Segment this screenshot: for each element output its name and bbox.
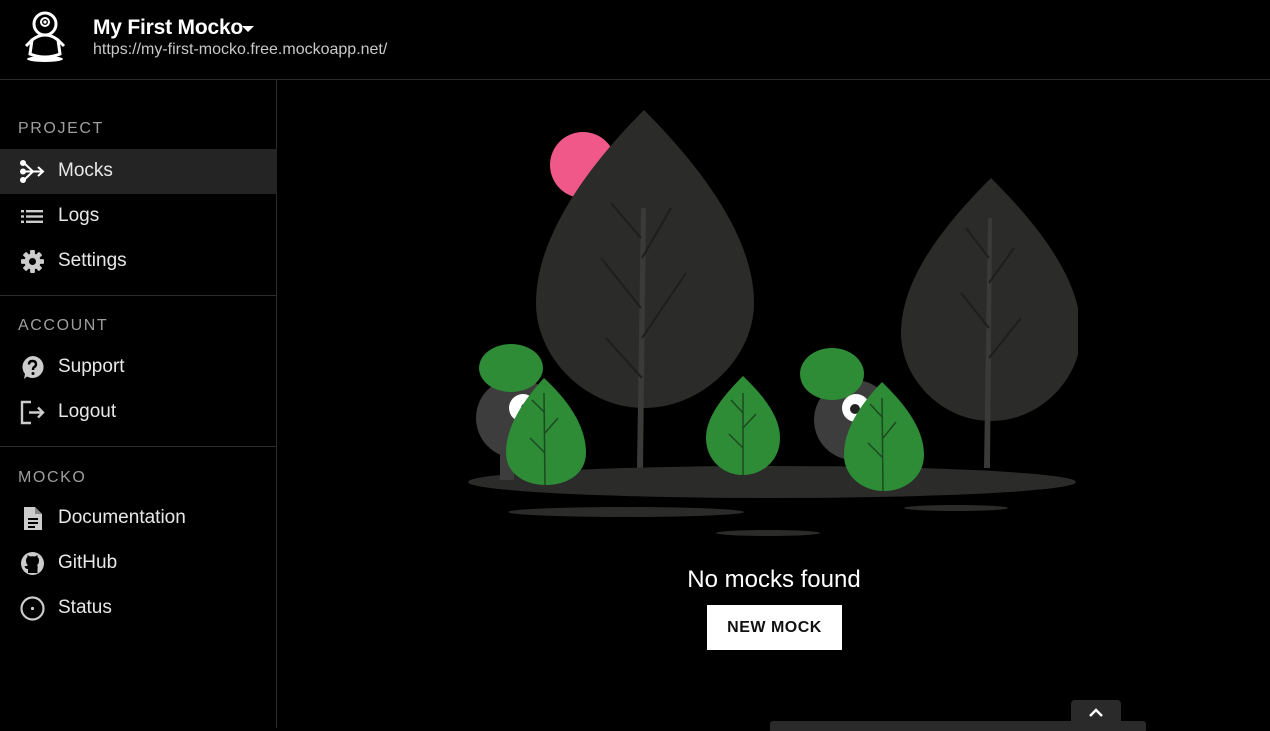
empty-state-illustration bbox=[468, 110, 1078, 536]
project-name[interactable]: My First Mocko bbox=[93, 16, 243, 40]
sidebar-divider bbox=[0, 295, 277, 296]
chevron-down-icon[interactable] bbox=[242, 26, 254, 32]
new-mock-button[interactable]: NEW MOCK bbox=[707, 605, 842, 650]
gear-icon bbox=[21, 250, 44, 273]
project-url: https://my-first-mocko.free.mockoapp.net… bbox=[93, 41, 388, 58]
sidebar-item-label: Documentation bbox=[58, 507, 186, 528]
section-title-account: ACCOUNT bbox=[18, 317, 109, 334]
empty-state-message: No mocks found bbox=[687, 566, 861, 593]
github-icon bbox=[21, 552, 44, 575]
sidebar-item-label: Settings bbox=[58, 250, 127, 271]
sidebar-item-label: Support bbox=[58, 356, 125, 377]
sidebar-item-mocks[interactable]: Mocks bbox=[0, 149, 277, 194]
sidebar-item-support[interactable]: Support bbox=[0, 345, 277, 390]
sidebar-item-label: Logs bbox=[58, 205, 100, 226]
list-icon bbox=[21, 210, 43, 223]
bottom-panel-handle[interactable] bbox=[770, 721, 1146, 731]
document-icon bbox=[24, 507, 42, 530]
sidebar-divider bbox=[0, 446, 277, 447]
chevron-up-icon bbox=[1089, 708, 1103, 717]
section-title-mocko: MOCKO bbox=[18, 469, 87, 486]
sidebar-item-logout[interactable]: Logout bbox=[0, 390, 277, 435]
logout-icon bbox=[20, 400, 45, 425]
mocks-icon bbox=[20, 160, 45, 183]
sidebar-item-documentation[interactable]: Documentation bbox=[0, 496, 277, 541]
sidebar-item-label: Mocks bbox=[58, 160, 113, 181]
sidebar-item-label: Logout bbox=[58, 401, 117, 422]
app-header: My First Mocko https://my-first-mocko.fr… bbox=[0, 0, 1270, 80]
section-title-project: PROJECT bbox=[18, 120, 104, 137]
help-icon bbox=[22, 355, 44, 379]
sidebar-item-logs[interactable]: Logs bbox=[0, 194, 277, 239]
sidebar-item-status[interactable]: Status bbox=[0, 586, 277, 631]
sidebar-item-settings[interactable]: Settings bbox=[0, 239, 277, 284]
status-icon bbox=[20, 596, 45, 621]
sidebar-item-label: Status bbox=[58, 597, 112, 618]
sidebar: PROJECT Mocks Logs Settings ACCOUNT Supp… bbox=[0, 80, 277, 728]
sidebar-item-label: GitHub bbox=[58, 552, 118, 573]
main-content: No mocks found NEW MOCK bbox=[278, 80, 1270, 731]
mocko-logo-icon bbox=[24, 11, 66, 62]
sidebar-item-github[interactable]: GitHub bbox=[0, 541, 277, 586]
